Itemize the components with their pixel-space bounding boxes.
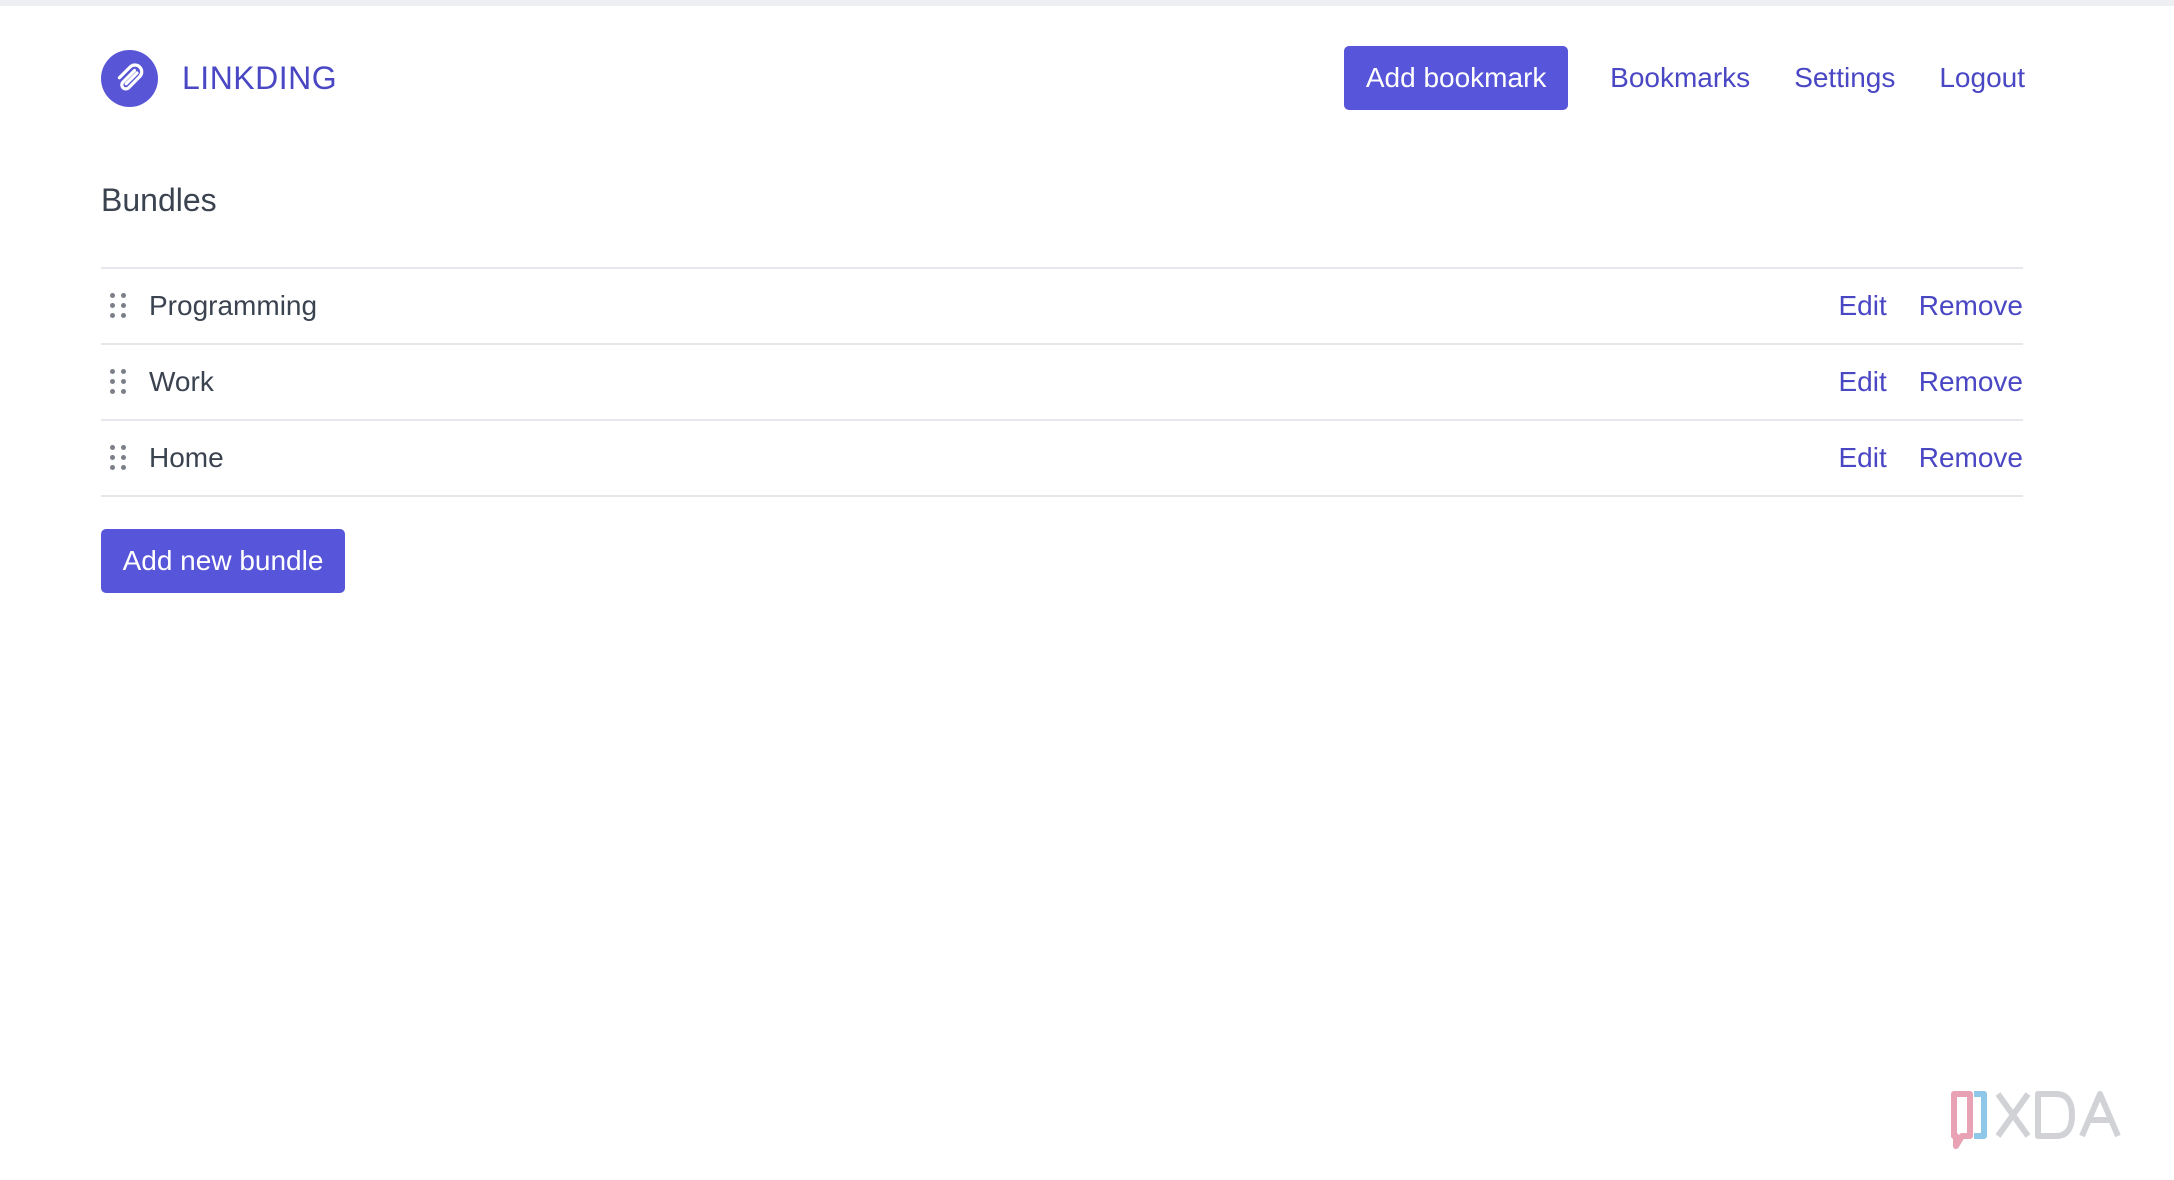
xda-watermark-logo	[1951, 1091, 2121, 1149]
page-title: Bundles	[101, 182, 217, 218]
nav-link-settings[interactable]: Settings	[1794, 62, 1895, 94]
remove-bundle-link[interactable]: Remove	[1919, 366, 2023, 398]
edit-bundle-link[interactable]: Edit	[1838, 442, 1886, 474]
row-actions: Edit Remove	[1838, 345, 2023, 419]
row-actions: Edit Remove	[1838, 269, 2023, 343]
bundle-row-home: Home Edit Remove	[101, 421, 2023, 497]
brand-name: LINKDING	[182, 60, 338, 96]
edit-bundle-link[interactable]: Edit	[1838, 366, 1886, 398]
remove-bundle-link[interactable]: Remove	[1919, 442, 2023, 474]
top-strip	[0, 0, 2174, 6]
bundle-list: Programming Edit Remove Work Edit Remove…	[101, 267, 2023, 497]
drag-handle-icon[interactable]	[110, 369, 130, 395]
bundle-row-programming: Programming Edit Remove	[101, 269, 2023, 345]
remove-bundle-link[interactable]: Remove	[1919, 290, 2023, 322]
main-nav: Add bookmark Bookmarks Settings Logout	[1344, 46, 2025, 110]
bundle-name: Work	[149, 366, 214, 397]
row-actions: Edit Remove	[1838, 421, 2023, 495]
bundle-name: Home	[149, 442, 224, 473]
edit-bundle-link[interactable]: Edit	[1838, 290, 1886, 322]
bundle-name: Programming	[149, 290, 318, 321]
brand-home-link[interactable]: LINKDING	[101, 50, 337, 107]
bundle-row-work: Work Edit Remove	[101, 345, 2023, 421]
add-new-bundle-button[interactable]: Add new bundle	[101, 529, 345, 593]
paperclip-icon	[101, 50, 158, 107]
nav-link-bookmarks[interactable]: Bookmarks	[1610, 62, 1750, 94]
app-header: LINKDING Add bookmark Bookmarks Settings…	[101, 46, 2025, 110]
drag-handle-icon[interactable]	[110, 445, 130, 471]
drag-handle-icon[interactable]	[110, 293, 130, 319]
add-bookmark-button[interactable]: Add bookmark	[1344, 46, 1569, 110]
nav-link-logout[interactable]: Logout	[1939, 62, 2025, 94]
